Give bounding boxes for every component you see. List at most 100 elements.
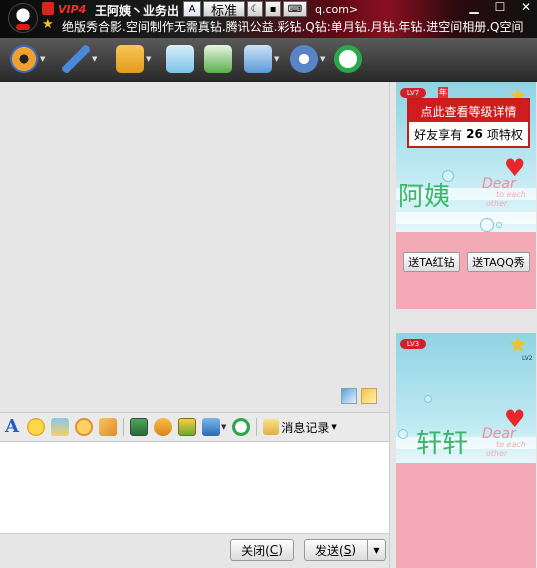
dear-sub-text: to each [496,190,526,199]
app-settings-icon [290,45,318,73]
music-icon[interactable] [154,418,172,436]
bottom-button-bar: 关闭(C) 发送(S) ▼ [0,534,389,568]
send-button-label: 发送( [315,543,344,558]
night-mode-icon[interactable]: ☾ [247,1,263,17]
email-icon [166,45,194,73]
send-red-diamond-button[interactable]: 送TA红钻 [403,252,460,272]
create-group-button[interactable] [204,44,232,74]
year-badge: 年 [438,87,448,98]
level-popup-body: 好友享有 26 项特权 [409,122,528,146]
send-file-button[interactable]: ▼ [116,44,154,74]
message-history-label: 消息记录 [281,420,330,435]
soso-icon [334,45,362,73]
video-call-icon [10,45,38,73]
message-history-area[interactable] [0,82,389,412]
bubble-decoration [398,429,408,439]
scrawl-icon[interactable] [99,418,117,436]
popup-text-suffix: 项特权 [486,127,523,142]
contact-show-name: 阿姨 [398,182,451,212]
app-settings-button[interactable]: ▼ [290,44,328,74]
contact-qq-show[interactable]: LV7 年 ★ 点此查看等级详情 好友享有 26 项特权 ♥ 阿姨 Dear t… [396,82,536,309]
message-input[interactable] [0,442,389,534]
vip-level-label: VIP4 [58,3,87,16]
remote-assist-icon [244,45,272,73]
send-options-chevron-icon[interactable]: ▼ [367,540,385,560]
soso-icon[interactable] [232,418,251,436]
magic-emoticon-icon[interactable] [51,418,69,436]
main-toolbar: ▼ ▼ ▼ ▼ ▼ [0,38,537,82]
chevron-down-icon[interactable]: ▼ [274,55,282,63]
expand-icon[interactable] [341,388,357,404]
level-popup[interactable]: 点此查看等级详情 好友享有 26 项特权 [407,98,530,148]
star-icon: ★ [42,17,54,32]
window-controls: ▁ ☐ ✕ [467,0,533,14]
level-badge: LV7 [400,88,426,98]
self-qq-show[interactable]: LV3 ★ LV2 ♥ 轩轩 Dear to each other [396,333,536,568]
shake-icon[interactable] [75,418,93,436]
level-small-badge: LV2 [522,355,533,362]
video-call-button[interactable]: ▼ [10,44,48,74]
chevron-down-icon[interactable]: ▼ [320,55,328,63]
voice-call-icon [62,45,90,73]
bubble-decoration [424,395,432,403]
chevron-down-icon[interactable]: ▼ [221,423,226,431]
send-button[interactable]: 发送(S) ▼ [304,539,386,561]
self-show-name: 轩轩 [416,429,469,459]
popup-count: 26 [466,127,483,141]
close-suffix: ) [278,543,283,557]
send-hotkey: S [343,543,352,557]
bubble-decoration [480,218,494,232]
screen-share-icon[interactable] [202,418,220,436]
send-qq-show-button[interactable]: 送TAQQ秀 [467,252,530,272]
font-mode-button[interactable]: 标准 [203,1,245,19]
level-popup-title[interactable]: 点此查看等级详情 [409,100,528,122]
popup-text-prefix: 好友享有 [414,127,463,142]
toolbar-separator [123,418,124,436]
chevron-down-icon[interactable]: ▼ [146,55,154,63]
contact-name: 王阿姨丶业务出 [95,4,180,18]
contact-email-fragment: q.com> [315,3,359,16]
qq-show-panel: LV7 年 ★ 点此查看等级详情 好友享有 26 项特权 ♥ 阿姨 Dear t… [396,82,537,568]
level-badge: LV3 [400,339,426,349]
dear-sub-text: other [486,199,508,208]
bubble-style-icon[interactable]: ▪ [265,1,281,17]
panel-divider[interactable] [389,82,396,568]
chat-corner-icons [341,388,377,404]
chevron-down-icon[interactable]: ▼ [92,55,100,63]
chevron-down-icon[interactable]: ▼ [40,55,48,63]
close-icon[interactable]: ✕ [519,0,533,14]
vip-crown-icon [42,2,54,15]
voice-call-button[interactable]: ▼ [62,44,100,74]
keyboard-icon[interactable]: ⌨ [283,1,307,17]
screenshot-icon[interactable] [130,418,148,436]
close-button-label: 关闭( [241,543,270,558]
title-bar[interactable]: ★ VIP4 王阿姨丶业务出 A 标准 ☾ ▪ ⌨ q.com> 绝版秀合影.空… [0,0,537,38]
emoticon-icon[interactable] [27,418,45,436]
contact-signature: 绝版秀合影.空间制作无需真钻.腾讯公益.彩钻.Q钻:单月钻.月钻.年钻.进空间相… [62,20,524,34]
pin-icon[interactable] [361,388,377,404]
email-button[interactable] [166,44,194,74]
send-file-icon [116,45,144,73]
minimize-icon[interactable]: ▁ [467,0,481,14]
maximize-icon[interactable]: ☐ [493,0,507,14]
close-hotkey: C [269,543,279,557]
title-mini-toolbar: A 标准 ☾ ▪ ⌨ [183,1,307,19]
dear-sub-text: to each [496,440,526,449]
history-icon [263,419,280,435]
qq-penguin-logo [8,3,38,33]
font-style-icon[interactable]: A [183,1,201,17]
toolbar-separator [256,418,258,436]
stripe-decoration [396,212,536,224]
message-history-button[interactable]: 消息记录 ▼ [263,419,337,436]
gift-icon[interactable] [178,418,196,436]
close-button[interactable]: 关闭(C) [230,539,294,561]
bubble-decoration [496,222,502,228]
soso-button[interactable] [334,44,362,74]
chevron-down-icon[interactable]: ▼ [331,423,336,431]
remote-assist-button[interactable]: ▼ [244,44,282,74]
font-icon[interactable]: A [3,418,21,436]
dear-sub-text: other [486,449,508,458]
input-toolbar: A ▼ 消息记录 ▼ [0,412,389,442]
create-group-icon [204,45,232,73]
send-suffix: ) [351,543,356,557]
